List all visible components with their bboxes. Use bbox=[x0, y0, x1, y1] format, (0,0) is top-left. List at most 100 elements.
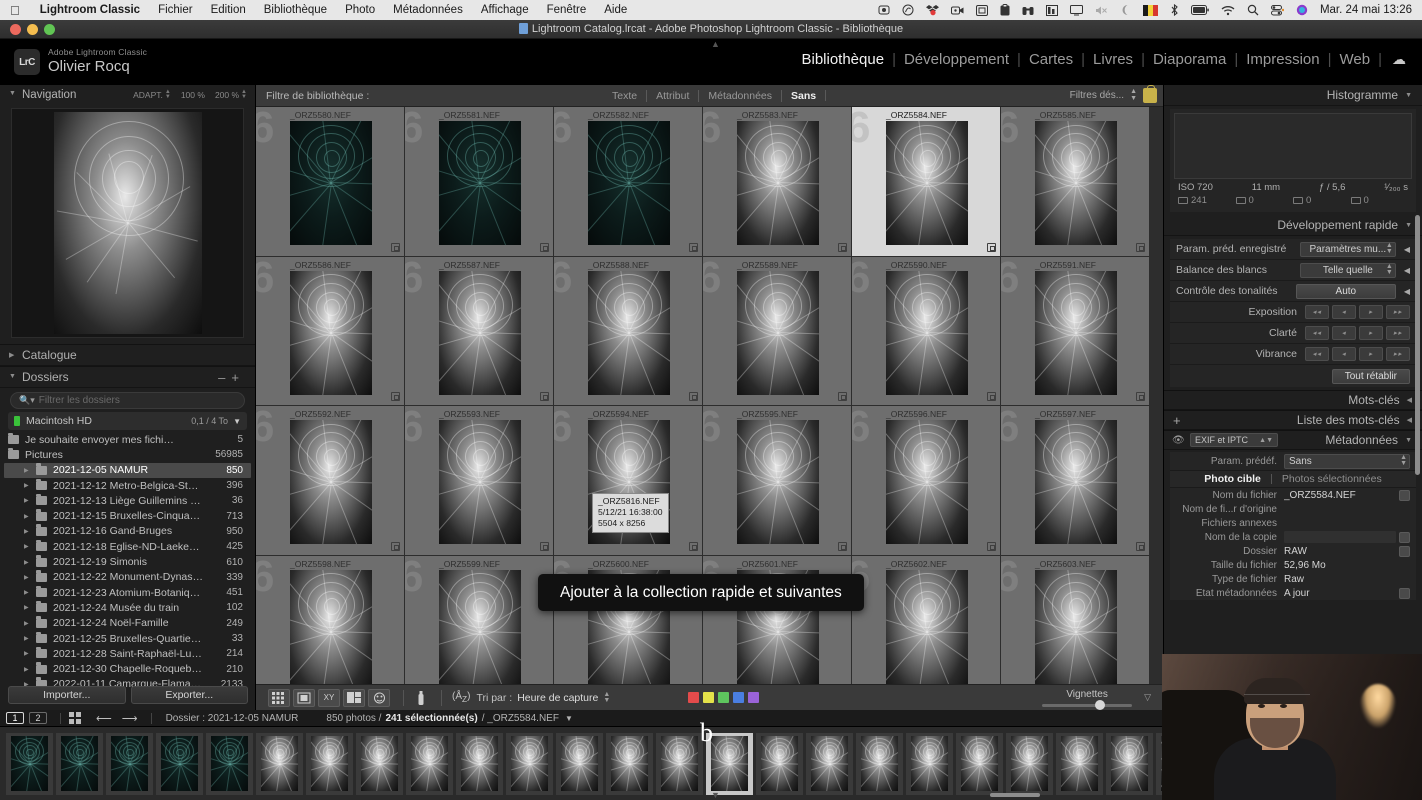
menu-metadonnees[interactable]: Métadonnées bbox=[384, 4, 472, 16]
chevron-right-icon[interactable]: ▶ bbox=[9, 351, 14, 359]
cell-thumbnail[interactable] bbox=[290, 121, 372, 245]
folder-row[interactable]: ▶ 2021-12-22 Monument-Dynastie... 339 bbox=[4, 570, 251, 585]
cell-thumbnail[interactable] bbox=[886, 420, 968, 544]
metadata-action-icon[interactable] bbox=[1399, 545, 1410, 557]
metadata-preset-combo[interactable]: Sans ▲ ▼ bbox=[1284, 453, 1410, 469]
folder-filter-input[interactable]: 🔍▾ Filtrer les dossiers bbox=[10, 392, 245, 409]
module-impression[interactable]: Impression bbox=[1238, 51, 1327, 68]
clarity-minus-large[interactable]: ◂◂ bbox=[1305, 326, 1329, 340]
creative-cloud-icon[interactable] bbox=[896, 4, 920, 16]
chevron-down-icon-filmstrip[interactable]: ▼ bbox=[565, 714, 573, 723]
binoculars-icon[interactable] bbox=[1016, 5, 1040, 16]
display-icon[interactable] bbox=[970, 4, 994, 16]
cell-thumbnail[interactable] bbox=[737, 420, 819, 544]
clarity-plus[interactable]: ▸ bbox=[1359, 326, 1383, 340]
zoom-100[interactable]: 100 % bbox=[181, 90, 205, 100]
menu-photo[interactable]: Photo bbox=[336, 4, 384, 16]
bottom-panel-toggle[interactable]: ▼ bbox=[711, 790, 720, 800]
chevron-right-icon[interactable]: ▶ bbox=[24, 635, 29, 642]
filmstrip-cell[interactable] bbox=[1106, 732, 1153, 795]
import-button[interactable]: Importer... bbox=[8, 686, 126, 704]
grid-cell[interactable]: 6 _ORZ5596.NEF bbox=[852, 406, 1001, 556]
crop-badge-icon[interactable] bbox=[540, 392, 549, 401]
siri-icon[interactable] bbox=[1290, 4, 1314, 16]
collapse-icon-keywords[interactable]: ◀ bbox=[1407, 396, 1412, 404]
menu-app-name[interactable]: Lightroom Classic bbox=[31, 4, 149, 16]
chevron-right-icon[interactable]: ▶ bbox=[24, 543, 29, 550]
auto-tone-button[interactable]: Auto bbox=[1295, 283, 1396, 299]
vibrance-plus[interactable]: ▸ bbox=[1359, 347, 1383, 361]
grid-cell[interactable]: 6 _ORZ5583.NEF bbox=[703, 107, 852, 257]
grid-cell[interactable]: 6 _ORZ5589.NEF bbox=[703, 256, 852, 406]
filmstrip-cell[interactable] bbox=[456, 732, 503, 795]
exposure-minus[interactable]: ◂ bbox=[1332, 305, 1356, 319]
filter-tab-texte[interactable]: Texte bbox=[606, 90, 646, 102]
exposure-plus-large[interactable]: ▸▸ bbox=[1386, 305, 1410, 319]
vibrance-minus-large[interactable]: ◂◂ bbox=[1305, 347, 1329, 361]
cell-thumbnail[interactable] bbox=[439, 569, 521, 694]
crop-badge-icon[interactable] bbox=[391, 392, 400, 401]
folder-row[interactable]: ▶ 2021-12-15 Bruxelles-Cinquanten... 713 bbox=[4, 508, 251, 523]
filmstrip-cell[interactable] bbox=[156, 732, 203, 795]
zoom-200[interactable]: 200 % ▲ ▼ bbox=[215, 89, 247, 101]
chevron-right-icon[interactable]: ▶ bbox=[24, 482, 29, 489]
tone-collapse-icon[interactable]: ◀ bbox=[1404, 287, 1410, 296]
volume-mute-icon[interactable] bbox=[1089, 5, 1113, 16]
crop-badge-icon[interactable] bbox=[987, 392, 996, 401]
loupe-view-icon[interactable] bbox=[293, 688, 315, 707]
clarity-steppers[interactable]: ◂◂ ◂ ▸ ▸▸ bbox=[1305, 326, 1410, 340]
folder-row[interactable]: ▶ 2021-12-24 Noël-Famille 249 bbox=[4, 616, 251, 631]
grid-view-icon[interactable] bbox=[268, 688, 290, 707]
filmstrip-cell[interactable] bbox=[506, 732, 553, 795]
module-bibliotheque[interactable]: Bibliothèque bbox=[793, 51, 892, 68]
filmstrip-cell[interactable] bbox=[806, 732, 853, 795]
filmstrip-cell[interactable] bbox=[6, 732, 53, 795]
volume-row-macintosh-hd[interactable]: Macintosh HD 0,1 / 4 To ▼ bbox=[8, 412, 247, 430]
folder-row[interactable]: ▶ 2021-12-19 Simonis 610 bbox=[4, 554, 251, 569]
grid-cell[interactable]: 6 _ORZ5586.NEF bbox=[256, 256, 405, 406]
preset-combo[interactable]: Paramètres mu... ▲ ▼ bbox=[1299, 241, 1396, 257]
metadata-header[interactable]: 👁 EXIF et IPTC ▲▼ Métadonnées ▼ bbox=[1164, 430, 1422, 450]
filmstrip-cell[interactable] bbox=[206, 732, 253, 795]
sort-az-icon[interactable]: (ÅZ) bbox=[452, 691, 470, 704]
grid-cell[interactable]: 6 _ORZ5592.NEF bbox=[256, 406, 405, 556]
filter-tab-sans[interactable]: Sans bbox=[781, 89, 825, 102]
cell-thumbnail[interactable] bbox=[737, 121, 819, 245]
color-label-swatch[interactable] bbox=[733, 692, 745, 703]
moon-icon[interactable] bbox=[1113, 4, 1137, 16]
crop-badge-icon[interactable] bbox=[838, 242, 847, 252]
chevron-right-icon[interactable]: ▶ bbox=[24, 513, 29, 520]
cell-thumbnail[interactable] bbox=[1035, 420, 1117, 544]
metadata-field-value[interactable]: _ORZ5584.NEF bbox=[1284, 490, 1396, 501]
crop-badge-icon[interactable] bbox=[987, 541, 996, 551]
cell-thumbnail[interactable] bbox=[290, 270, 372, 395]
cell-thumbnail[interactable] bbox=[439, 420, 521, 544]
color-label-swatch[interactable] bbox=[748, 692, 760, 703]
grid-cell[interactable]: 6 _ORZ5598.NEF bbox=[256, 555, 405, 705]
folder-row[interactable]: ▶ 2021-12-25 Bruxelles-Quartier N... 33 bbox=[4, 631, 251, 646]
folder-row[interactable]: ▶ 2021-12-12 Metro-Belgica-Stuyve... 396 bbox=[4, 478, 251, 493]
cell-thumbnail[interactable] bbox=[1035, 121, 1117, 245]
filmstrip-cell[interactable] bbox=[856, 732, 903, 795]
module-cartes[interactable]: Cartes bbox=[1021, 51, 1081, 68]
folder-row[interactable]: ▶ 2021-12-24 Musée du train 102 bbox=[4, 600, 251, 615]
metadata-schema-combo[interactable]: EXIF et IPTC ▲▼ bbox=[1190, 433, 1278, 447]
search-icon[interactable] bbox=[1241, 4, 1265, 16]
export-button[interactable]: Exporter... bbox=[130, 686, 248, 704]
folder-row[interactable]: ▶ 2021-12-23 Atomium-Botanique... 451 bbox=[4, 585, 251, 600]
grid-cell[interactable]: 6 _ORZ5581.NEF bbox=[405, 107, 554, 257]
chevron-down-icon-quickdev[interactable]: ▼ bbox=[1405, 222, 1412, 229]
metadata-action-icon[interactable] bbox=[1399, 489, 1410, 501]
clarity-minus[interactable]: ◂ bbox=[1332, 326, 1356, 340]
folders-section-header[interactable]: ▼ Dossiers –+ bbox=[0, 366, 255, 388]
catalog-section-header[interactable]: ▶ Catalogue bbox=[0, 344, 255, 366]
toolbar-collapse-icon[interactable]: ▽ bbox=[1144, 692, 1151, 703]
screenshot-icon[interactable] bbox=[872, 4, 896, 16]
chevron-right-icon[interactable]: ▶ bbox=[24, 559, 29, 566]
crop-badge-icon[interactable] bbox=[1136, 541, 1145, 551]
crop-badge-icon[interactable] bbox=[1136, 392, 1145, 401]
grid-cell[interactable]: 6 _ORZ5590.NEF bbox=[852, 256, 1001, 406]
remove-folder-button[interactable]: – bbox=[218, 370, 231, 385]
crop-badge-icon[interactable] bbox=[838, 392, 847, 401]
filmstrip-cell[interactable] bbox=[106, 732, 153, 795]
